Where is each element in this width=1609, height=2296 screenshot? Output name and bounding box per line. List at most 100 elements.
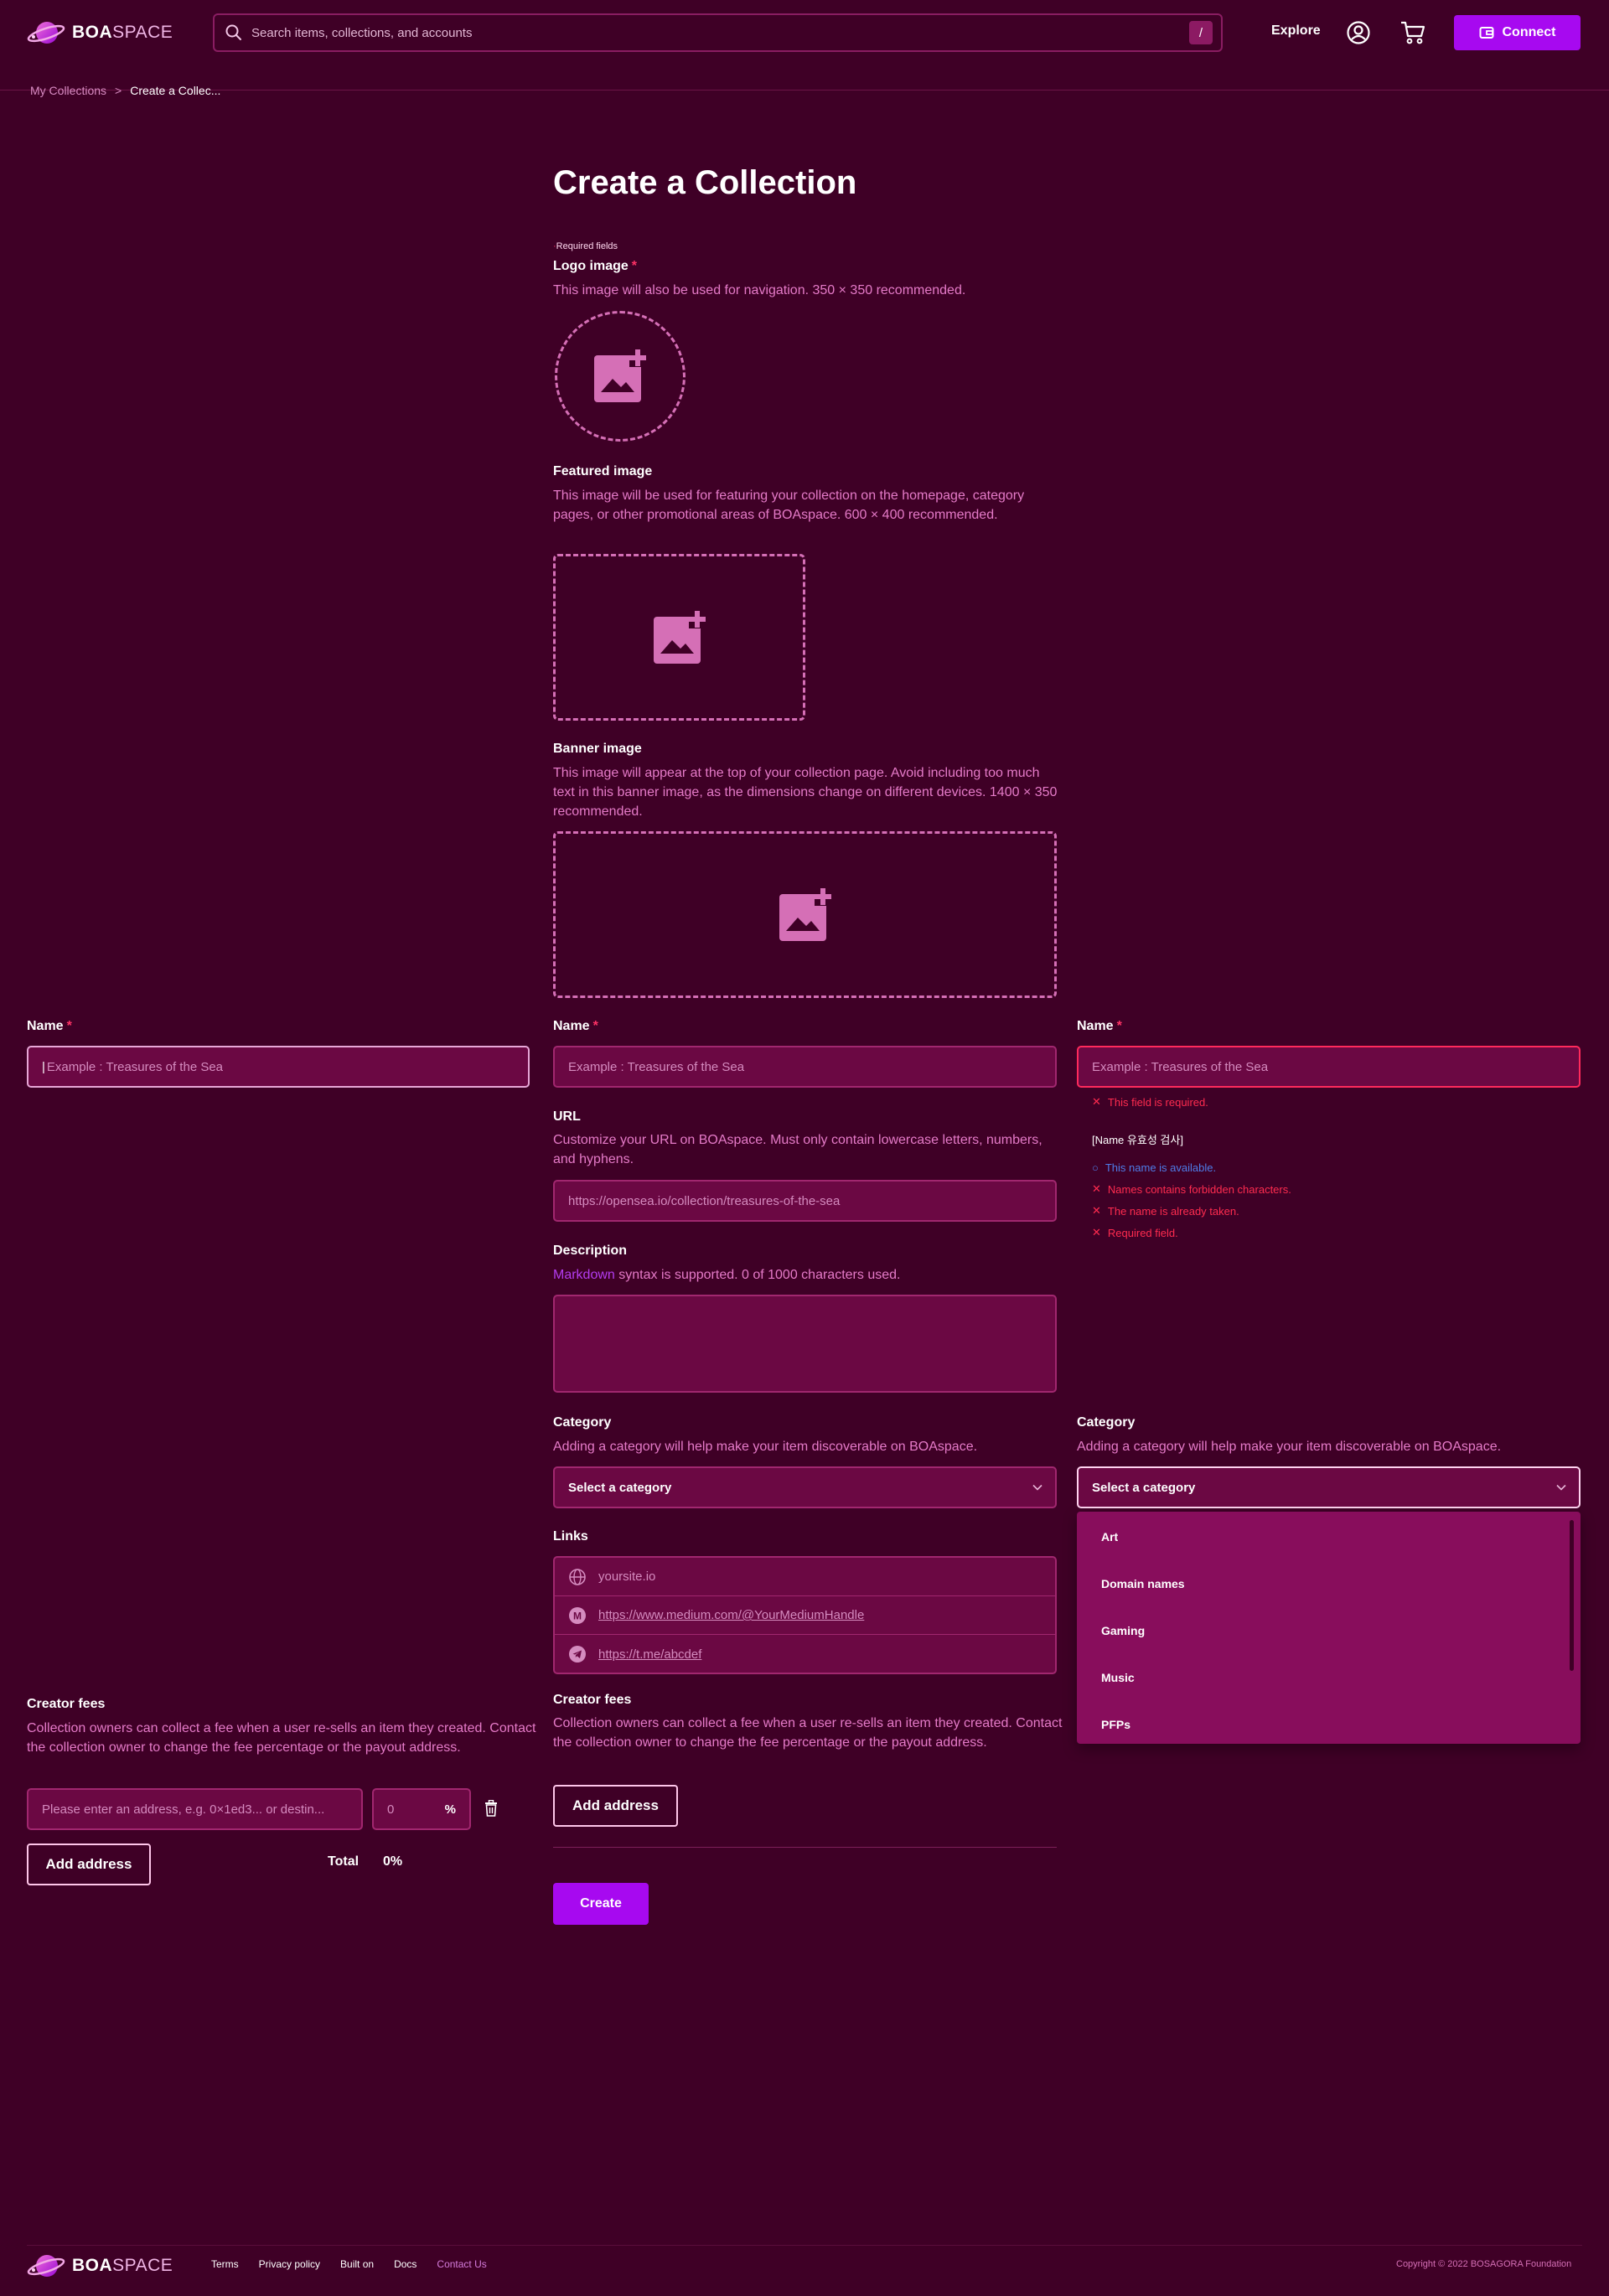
category-option-pfps[interactable]: PFPs <box>1077 1701 1581 1748</box>
add-address-button[interactable]: Add address <box>553 1785 678 1827</box>
search-icon <box>225 24 241 40</box>
creator-fees-description: Collection owners can collect a fee when… <box>553 1716 1063 1750</box>
description-textarea[interactable] <box>553 1295 1057 1393</box>
create-button[interactable]: Create <box>553 1883 649 1925</box>
description-help: Markdown syntax is supported. 0 of 1000 … <box>553 1268 901 1282</box>
medium-icon: M <box>569 1606 586 1624</box>
form-divider <box>553 1847 1057 1848</box>
search-bar[interactable]: Search items, collections, and accounts … <box>213 13 1223 52</box>
brand-wordmark: BOASPACE <box>72 23 173 42</box>
footer-link-built-on[interactable]: Built on <box>340 2258 374 2270</box>
logo-image-label: Logo image * <box>553 259 638 273</box>
account-icon[interactable] <box>1346 20 1371 45</box>
url-description: Customize your URL on BOAspace. Must onl… <box>553 1133 1042 1166</box>
validation-item: ✕ Required field. <box>1092 1226 1178 1239</box>
validation-item: ✕ Names contains forbidden characters. <box>1092 1182 1291 1196</box>
breadcrumb-my-collections[interactable]: My Collections <box>30 84 106 97</box>
name-validation-list: ○ This name is available. ✕ Names contains… <box>1092 1156 1291 1244</box>
links-label: Links <box>553 1529 588 1544</box>
name-input-error[interactable]: Example : Treasures of the Sea <box>1077 1046 1581 1088</box>
check-circle-icon: ○ <box>1092 1161 1099 1174</box>
description-label: Description <box>553 1244 628 1258</box>
banner-image-dropzone[interactable] <box>553 831 1057 998</box>
footer-link-privacy[interactable]: Privacy policy <box>259 2258 320 2270</box>
name-label-error: Name * <box>1077 1019 1122 1033</box>
fee-address-input[interactable]: Please enter an address, e.g. 0×1ed3... … <box>27 1788 363 1830</box>
category-option-music[interactable]: Music <box>1077 1654 1581 1701</box>
breadcrumb: My Collections > Create a Collec... <box>30 84 220 97</box>
search-input[interactable]: Search items, collections, and accounts <box>251 26 1189 40</box>
creator-fees-label: Creator fees <box>553 1693 632 1707</box>
connect-label: Connect <box>1502 25 1556 39</box>
fee-percent-input[interactable]: 0 % <box>372 1788 471 1830</box>
banner-image-label: Banner image <box>553 742 642 756</box>
search-shortcut-key: / <box>1189 21 1213 44</box>
error-x-icon: ✕ <box>1092 1095 1101 1108</box>
cart-icon[interactable] <box>1399 20 1426 45</box>
svg-text:M: M <box>573 1610 582 1621</box>
fees-total-label: Total <box>328 1854 360 1869</box>
footer-link-terms[interactable]: Terms <box>211 2258 239 2270</box>
connect-wallet-button[interactable]: Connect <box>1454 15 1581 50</box>
creator-fees-label-expanded: Creator fees <box>27 1697 106 1711</box>
footer-divider <box>27 2245 1582 2246</box>
category-select-open[interactable]: Select a category <box>1077 1466 1581 1508</box>
name-label: Name * <box>553 1019 598 1033</box>
error-x-icon: ✕ <box>1092 1226 1101 1238</box>
error-x-icon: ✕ <box>1092 1204 1101 1217</box>
breadcrumb-separator: > <box>115 84 122 97</box>
brand-logo[interactable]: BOASPACE <box>27 17 173 49</box>
breadcrumb-current: Create a Collec... <box>130 84 221 97</box>
add-address-button[interactable]: Add address <box>27 1844 151 1885</box>
footer-link-docs[interactable]: Docs <box>394 2258 416 2270</box>
category-label-open: Category <box>1077 1415 1136 1430</box>
error-x-icon: ✕ <box>1092 1182 1101 1195</box>
validation-item: ○ This name is available. <box>1092 1161 1217 1174</box>
creator-fees-description-expanded: Collection owners can collect a fee when… <box>27 1721 536 1755</box>
category-select-value: Select a category <box>1092 1480 1196 1495</box>
name-input-focused[interactable]: | Example : Treasures of the Sea <box>27 1046 530 1088</box>
nav-explore-link[interactable]: Explore <box>1271 23 1321 39</box>
url-label: URL <box>553 1109 581 1124</box>
medium-link-input[interactable]: M https://www.medium.com/@YourMediumHand… <box>555 1596 1055 1635</box>
add-image-icon <box>653 609 707 664</box>
category-select-value: Select a category <box>568 1480 672 1495</box>
website-link-input[interactable]: yoursite.io <box>555 1558 1055 1596</box>
validation-item: ✕ The name is already taken. <box>1092 1204 1239 1218</box>
wallet-icon <box>1479 27 1493 39</box>
url-input[interactable]: https://opensea.io/collection/treasures-… <box>553 1180 1057 1222</box>
category-option-domain-names[interactable]: Domain names <box>1077 1560 1581 1607</box>
category-dropdown: Art Domain names Gaming Music PFPs <box>1077 1512 1581 1744</box>
telegram-icon <box>569 1646 586 1663</box>
markdown-link[interactable]: Markdown <box>553 1268 615 1282</box>
featured-image-dropzone[interactable] <box>553 554 805 721</box>
globe-icon <box>569 1568 586 1585</box>
chevron-down-icon <box>1556 1484 1566 1491</box>
featured-image-description: This image will be used for featuring yo… <box>553 489 1025 522</box>
category-description-open: Adding a category will help make your it… <box>1077 1440 1502 1454</box>
footer-nav: Terms Privacy policy Built on Docs Conta… <box>211 2258 487 2270</box>
category-select[interactable]: Select a category <box>553 1466 1057 1508</box>
planet-logo-icon <box>27 22 65 44</box>
required-fields-note: ·Required fields <box>553 241 618 251</box>
logo-image-dropzone[interactable] <box>555 311 686 442</box>
fees-total-value: 0% <box>383 1854 403 1869</box>
category-description: Adding a category will help make your it… <box>553 1440 978 1454</box>
banner-image-description: This image will appear at the top of you… <box>553 766 1058 819</box>
text-cursor: | <box>42 1059 45 1074</box>
category-option-art[interactable]: Art <box>1077 1513 1581 1560</box>
dropdown-scrollbar[interactable] <box>1570 1520 1574 1671</box>
planet-logo-icon <box>27 2255 65 2277</box>
links-group: yoursite.io M https://www.medium.com/@Yo… <box>553 1556 1057 1674</box>
trash-icon[interactable] <box>484 1800 498 1817</box>
telegram-link-input[interactable]: https://t.me/abcdef <box>555 1635 1055 1673</box>
add-image-icon <box>594 349 648 402</box>
category-option-gaming[interactable]: Gaming <box>1077 1607 1581 1654</box>
name-label-focused: Name * <box>27 1019 72 1033</box>
footer-wordmark: BOASPACE <box>72 2256 173 2275</box>
name-error-message: ✕ This field is required. <box>1092 1095 1208 1109</box>
name-input[interactable]: Example : Treasures of the Sea <box>553 1046 1057 1088</box>
featured-image-label: Featured image <box>553 464 653 478</box>
footer-logo[interactable]: BOASPACE <box>27 2250 173 2282</box>
footer-link-contact[interactable]: Contact Us <box>437 2258 486 2270</box>
